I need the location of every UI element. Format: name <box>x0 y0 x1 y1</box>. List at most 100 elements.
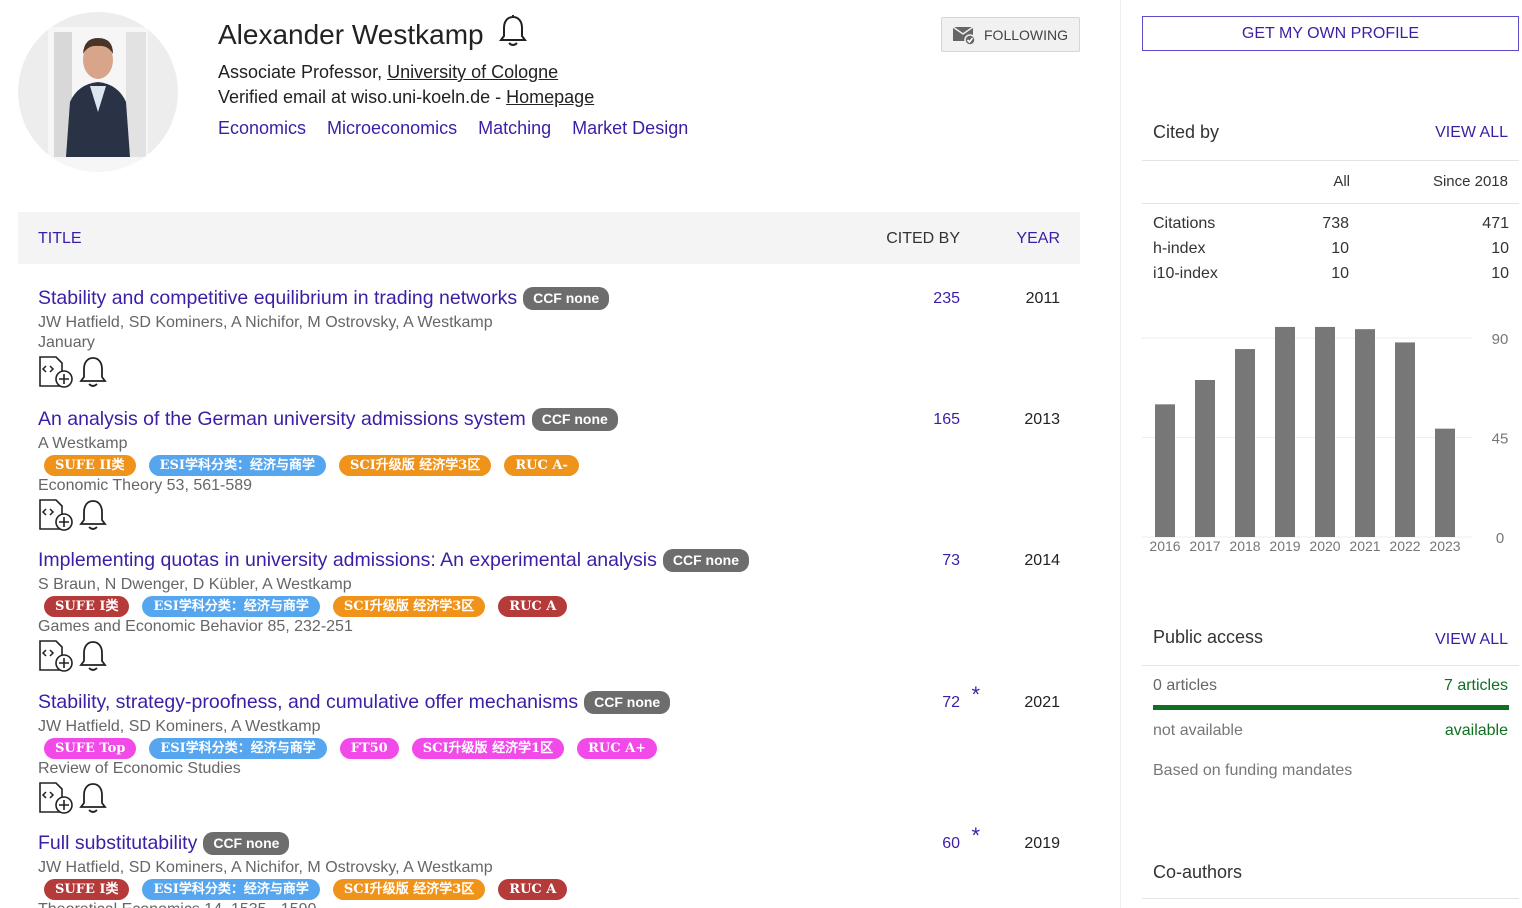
article-venue: Theoretical Economics 14, 1535 - 1590 <box>38 900 1080 908</box>
ccf-badge: CCF none <box>531 407 618 431</box>
table-row: Stability and competitive equilibrium in… <box>38 284 1080 394</box>
journal-tag: RUC A- <box>504 454 579 476</box>
cited-by-count[interactable]: 165 <box>933 411 960 429</box>
journal-tag: ESI学科分类：经济与商学 <box>149 737 327 759</box>
public-access-view-all[interactable]: VIEW ALL <box>1435 631 1508 649</box>
journal-tag: SUFE Top <box>44 737 137 759</box>
journal-tags: SUFE II类 ESI学科分类：经济与商学 SCI升级版 经济学3区 RUC … <box>44 454 1080 476</box>
following-label: FOLLOWING <box>984 26 1069 43</box>
article-venue: Review of Economic Studies <box>38 760 241 777</box>
table-row: Implementing quotas in university admiss… <box>38 546 1080 678</box>
profile-photo <box>18 12 178 172</box>
alert-bell-icon[interactable] <box>78 498 108 537</box>
x-tick-label: 2016 <box>1149 538 1180 554</box>
profile-affiliation: Associate Professor, University of Colog… <box>218 62 558 83</box>
article-title-link[interactable]: Stability, strategy-proofness, and cumul… <box>38 691 578 714</box>
journal-tag: SCI升级版 经济学3区 <box>332 878 486 900</box>
add-code-icon[interactable] <box>38 781 74 820</box>
cited-by-view-all[interactable]: VIEW ALL <box>1435 124 1508 142</box>
article-title-link[interactable]: Implementing quotas in university admiss… <box>38 549 657 572</box>
interest-link[interactable]: Microeconomics <box>327 118 457 138</box>
available-count[interactable]: 7 articles <box>1444 677 1508 695</box>
merged-citations-star[interactable]: * <box>971 682 980 708</box>
table-row: Stability, strategy-proofness, and cumul… <box>38 682 1080 820</box>
stat-all: 10 <box>1331 265 1349 282</box>
ccf-badge: CCF none <box>584 690 671 714</box>
get-own-profile-button[interactable]: GET MY OWN PROFILE <box>1142 16 1519 51</box>
citation-bar[interactable] <box>1155 404 1175 537</box>
article-authors: JW Hatfield, SD Kominers, A Nichifor, M … <box>38 859 493 876</box>
ccf-badge: CCF none <box>662 548 749 572</box>
citation-bar[interactable] <box>1195 380 1215 537</box>
coauthors-title: Co-authors <box>1153 862 1243 882</box>
public-access-title: Public access <box>1153 627 1264 647</box>
article-title-link[interactable]: Stability and competitive equilibrium in… <box>38 287 517 310</box>
x-tick-label: 2020 <box>1309 538 1340 554</box>
article-actions <box>38 639 1080 678</box>
divider <box>1142 665 1519 666</box>
article-venue: January <box>38 334 95 351</box>
citation-bar[interactable] <box>1355 329 1375 537</box>
cited-by-count[interactable]: 60 <box>942 835 960 853</box>
ccf-badge: CCF none <box>203 831 290 855</box>
article-title-link[interactable]: Full substitutability <box>38 832 197 855</box>
sort-by-title[interactable]: TITLE <box>38 230 82 248</box>
journal-tag: SUFE I类 <box>44 595 130 617</box>
x-tick-label: 2019 <box>1269 538 1300 554</box>
citation-bar[interactable] <box>1235 349 1255 537</box>
col-all-header: All <box>1333 173 1350 190</box>
following-button[interactable]: FOLLOWING <box>941 17 1080 52</box>
add-code-icon[interactable] <box>38 498 74 537</box>
journal-tag: RUC A <box>498 878 568 900</box>
cited-by-count[interactable]: 73 <box>942 552 960 570</box>
journal-tags: SUFE I类 ESI学科分类：经济与商学 SCI升级版 经济学3区 RUC A <box>44 878 1080 900</box>
alert-bell-icon[interactable] <box>78 781 108 820</box>
journal-tag: FT50 <box>339 737 399 759</box>
merged-citations-star[interactable]: * <box>971 823 980 849</box>
article-authors: A Westkamp <box>38 435 128 452</box>
stat-all: 10 <box>1331 240 1349 257</box>
sort-by-year[interactable]: YEAR <box>1016 230 1060 248</box>
add-code-icon[interactable] <box>38 355 74 394</box>
ccf-badge: CCF none <box>523 286 610 310</box>
research-interests: Economics Microeconomics Matching Market… <box>218 118 704 139</box>
not-available-label: not available <box>1153 722 1243 739</box>
article-actions <box>38 498 1080 537</box>
article-authors: JW Hatfield, SD Kominers, A Nichifor, M … <box>38 314 493 331</box>
affiliation-link[interactable]: University of Cologne <box>387 62 558 82</box>
follow-bell-icon[interactable] <box>498 14 528 55</box>
journal-tag: RUC A <box>498 595 568 617</box>
x-tick-label: 2022 <box>1389 538 1420 554</box>
homepage-link[interactable]: Homepage <box>506 87 594 107</box>
cited-by-count[interactable]: 235 <box>933 290 960 308</box>
citation-bar[interactable] <box>1395 342 1415 537</box>
citation-bar[interactable] <box>1275 326 1295 537</box>
stat-label: Citations <box>1153 215 1216 232</box>
interest-link[interactable]: Market Design <box>572 118 688 138</box>
y-tick-label: 90 <box>1492 331 1509 348</box>
alert-bell-icon[interactable] <box>78 639 108 678</box>
not-available-count[interactable]: 0 articles <box>1153 677 1217 695</box>
citation-bar[interactable] <box>1435 428 1455 537</box>
stat-label: i10-index <box>1153 265 1218 282</box>
profile-name-row: Alexander Westkamp <box>218 14 528 55</box>
x-tick-label: 2023 <box>1429 538 1460 554</box>
interest-link[interactable]: Economics <box>218 118 306 138</box>
journal-tag: ESI学科分类：经济与商学 <box>142 878 320 900</box>
citation-bar[interactable] <box>1315 326 1335 537</box>
article-year: 2021 <box>1024 694 1060 711</box>
sidebar: GET MY OWN PROFILE Cited by VIEW ALL All… <box>1120 0 1522 908</box>
article-title-link[interactable]: An analysis of the German university adm… <box>38 408 526 431</box>
divider <box>1142 898 1519 899</box>
profile-email: Verified email at wiso.uni-koeln.de - Ho… <box>218 87 594 108</box>
cited-by-count[interactable]: 72 <box>942 694 960 712</box>
article-authors: JW Hatfield, SD Kominers, A Westkamp <box>38 718 321 735</box>
add-code-icon[interactable] <box>38 639 74 678</box>
interest-link[interactable]: Matching <box>478 118 551 138</box>
journal-tag: ESI学科分类：经济与商学 <box>142 595 320 617</box>
funding-mandates-note: Based on funding mandates <box>1153 762 1353 779</box>
journal-tag: SUFE I类 <box>44 878 130 900</box>
sort-by-cited[interactable]: CITED BY <box>886 230 960 248</box>
alert-bell-icon[interactable] <box>78 355 108 394</box>
x-tick-label: 2017 <box>1189 538 1220 554</box>
